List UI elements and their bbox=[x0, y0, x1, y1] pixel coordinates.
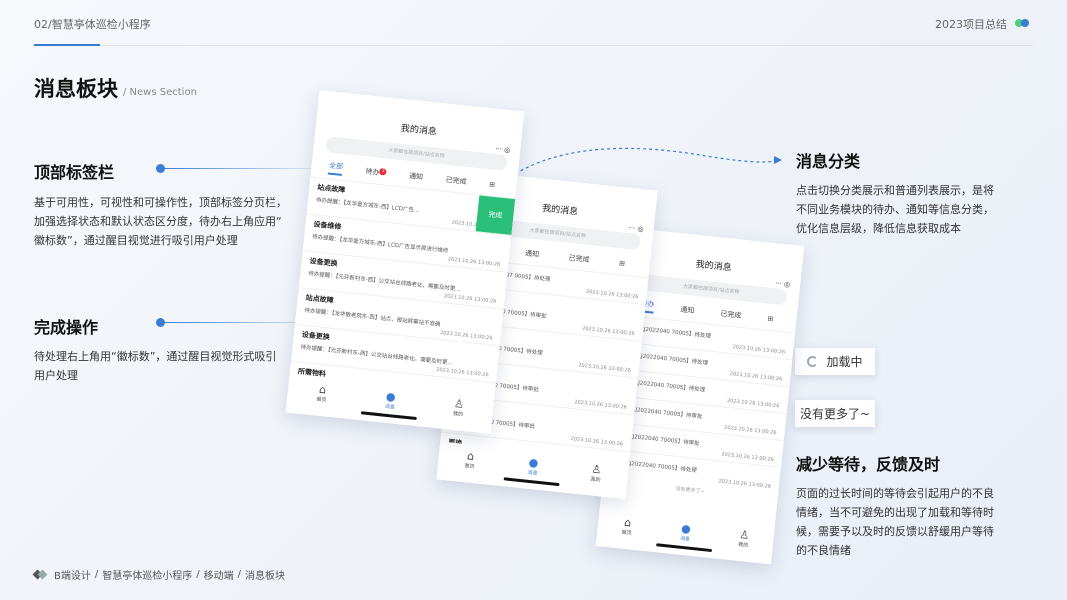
breadcrumb-separator: / bbox=[237, 569, 241, 580]
desc-line: 待处理右上角用“徽标数”，通过醒目视觉形式吸引 bbox=[34, 350, 277, 363]
desc-line: 情绪，当不可避免的出现了加载和等待时 bbox=[796, 506, 994, 519]
header-right: 2023项目总结 bbox=[935, 18, 1007, 31]
header-divider bbox=[34, 45, 1033, 46]
user-icon: ♙ bbox=[738, 527, 750, 542]
complete-desc: 待处理右上角用“徽标数”，通过醒目视觉形式吸引 用户处理 bbox=[34, 347, 276, 385]
page-title: 消息板块 bbox=[34, 77, 118, 101]
nav-home[interactable]: ⌂ 首页 bbox=[621, 515, 633, 537]
nav-messages[interactable]: ● 消息 bbox=[679, 521, 692, 543]
header-dots bbox=[1015, 19, 1033, 27]
header-accent bbox=[34, 44, 100, 46]
capsule-controls-icon[interactable]: ··· ◎ bbox=[495, 145, 511, 155]
bottom-nav: ⌂ 首页 ● 消息 ♙ 我的 bbox=[595, 508, 775, 565]
home-indicator bbox=[360, 411, 417, 421]
message-icon: ● bbox=[680, 521, 692, 536]
message-icon: ● bbox=[385, 389, 397, 404]
capsule-controls-icon[interactable]: ··· ◎ bbox=[775, 279, 791, 289]
grid-icon[interactable]: ⊞ bbox=[489, 180, 496, 189]
desc-line: 优化信息层级，降低信息获取成本 bbox=[796, 222, 961, 235]
desc-line: 页面的过长时间的等待会引起用户的不良 bbox=[796, 487, 994, 500]
breadcrumb-item[interactable]: 智慧亭体巡检小程序 bbox=[102, 567, 192, 582]
header-left: 02/智慧亭体巡检小程序 bbox=[34, 18, 151, 31]
nav-label: 我的 bbox=[737, 541, 749, 549]
tab-todo[interactable]: 待办3 bbox=[365, 166, 387, 178]
user-icon: ♙ bbox=[590, 462, 603, 477]
tab-done[interactable]: 已完成 bbox=[445, 175, 467, 187]
nav-label: 我的 bbox=[590, 476, 601, 484]
nav-label: 首页 bbox=[316, 396, 327, 404]
home-icon: ⌂ bbox=[318, 382, 327, 397]
phone-mockup-all: 我的消息 ··· ◎ 大家都在搜项目/站点名称 全部 待办3 通知 已完成 ⊞ … bbox=[285, 90, 525, 434]
desc-line: 候，需要予以及时的反馈以舒缓用户等待 bbox=[796, 525, 994, 538]
nav-mine[interactable]: ♙ 我的 bbox=[590, 462, 603, 484]
desc-line: 徽标数”，通过醒目视觉进行吸引用户处理 bbox=[34, 234, 238, 247]
footer-breadcrumb: B端设计 / 智慧亭体巡检小程序 / 移动端 / 消息板块 bbox=[34, 567, 285, 582]
loading-spinner-icon bbox=[807, 356, 819, 367]
page-subtitle: / News Section bbox=[123, 87, 197, 98]
breadcrumb-item[interactable]: B端设计 bbox=[54, 567, 91, 582]
tab-label: 待办 bbox=[365, 167, 380, 177]
grid-icon[interactable]: ⊞ bbox=[767, 315, 774, 324]
tab-notice[interactable]: 通知 bbox=[680, 305, 695, 316]
tab-notice[interactable]: 通知 bbox=[525, 248, 540, 259]
nav-label: 消息 bbox=[679, 535, 691, 543]
nav-label: 我的 bbox=[452, 410, 464, 418]
tab-done[interactable]: 已完成 bbox=[720, 309, 742, 321]
home-icon: ⌂ bbox=[466, 449, 475, 464]
grid-icon[interactable]: ⊞ bbox=[619, 259, 626, 268]
desc-line: 点击切换分类展示和普通列表展示，是将 bbox=[796, 184, 994, 197]
tab-all[interactable]: 全部 bbox=[328, 160, 344, 176]
nav-mine[interactable]: ♙ 我的 bbox=[452, 396, 465, 418]
feedback-desc: 页面的过长时间的等待会引起用户的不良 情绪，当不可避免的出现了加载和等待时 候，… bbox=[796, 484, 994, 560]
top-tabs-desc: 基于可用性，可视性和可操作性，顶部标签分页栏， 加强选择状态和默认状态区分度，待… bbox=[34, 193, 287, 250]
complete-button[interactable]: 完成 bbox=[475, 195, 516, 235]
capsule-controls-icon[interactable]: ··· ◎ bbox=[628, 224, 644, 234]
nav-messages[interactable]: ● 消息 bbox=[384, 389, 397, 411]
tab-notice[interactable]: 通知 bbox=[409, 171, 424, 182]
home-indicator bbox=[503, 477, 560, 487]
home-indicator bbox=[656, 543, 713, 553]
desc-line: 用户处理 bbox=[34, 369, 78, 382]
connector-line bbox=[162, 168, 332, 169]
home-icon: ⌂ bbox=[623, 515, 632, 530]
nav-messages[interactable]: ● 消息 bbox=[527, 455, 540, 477]
nav-home[interactable]: ⌂ 首页 bbox=[316, 382, 328, 404]
complete-title: 完成操作 bbox=[34, 318, 99, 337]
category-desc: 点击切换分类展示和普通列表展示，是将 不同业务模块的待办、通知等信息分类， 优化… bbox=[796, 181, 994, 238]
todo-badge: 3 bbox=[379, 167, 387, 176]
breadcrumb-separator: / bbox=[94, 569, 99, 580]
loading-text: 加载中 bbox=[826, 355, 863, 369]
user-icon: ♙ bbox=[453, 396, 465, 411]
nav-label: 消息 bbox=[384, 403, 396, 411]
desc-line: 基于可用性，可视性和可操作性，顶部标签分页栏， bbox=[34, 196, 287, 209]
no-more-toast: 没有更多了~ bbox=[795, 400, 875, 427]
loading-toast: 加载中 bbox=[795, 348, 875, 375]
nav-label: 首页 bbox=[464, 463, 475, 471]
desc-line: 的不良情绪 bbox=[796, 544, 851, 557]
breadcrumb-item[interactable]: 消息板块 bbox=[245, 567, 285, 582]
nav-label: 消息 bbox=[527, 469, 538, 477]
desc-line: 不同业务模块的待办、通知等信息分类， bbox=[796, 203, 994, 216]
nav-label: 首页 bbox=[621, 529, 632, 537]
nav-home[interactable]: ⌂ 首页 bbox=[464, 449, 476, 471]
nav-mine[interactable]: ♙ 我的 bbox=[737, 527, 750, 549]
feedback-title: 减少等待，反馈及时 bbox=[796, 455, 941, 474]
top-tabs-title: 顶部标签栏 bbox=[34, 163, 115, 182]
category-title: 消息分类 bbox=[796, 152, 861, 171]
logo-icon bbox=[34, 570, 46, 580]
breadcrumb-separator: / bbox=[196, 569, 200, 580]
tab-done[interactable]: 已完成 bbox=[568, 253, 590, 265]
desc-line: 加强选择状态和默认状态区分度，待办右上角应用“ bbox=[34, 215, 282, 228]
breadcrumb-item[interactable]: 移动端 bbox=[204, 567, 234, 582]
message-icon: ● bbox=[528, 455, 540, 470]
